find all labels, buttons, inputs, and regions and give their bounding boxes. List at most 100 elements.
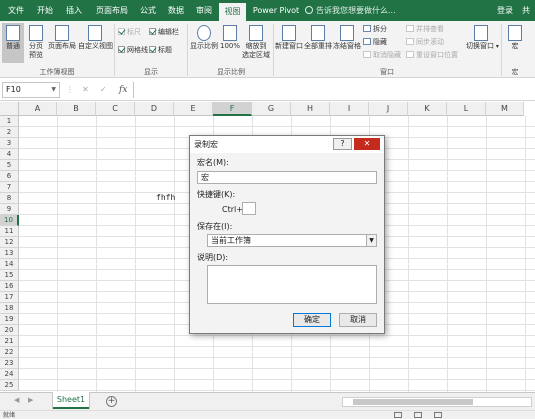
page-layout-view-button[interactable]: 页面布局 bbox=[48, 25, 76, 51]
scroll-sheets-left-icon[interactable]: ◀ bbox=[14, 396, 19, 404]
add-sheet-button[interactable]: + bbox=[106, 396, 117, 407]
column-header-h[interactable]: H bbox=[291, 102, 330, 116]
row-header-10[interactable]: 10 bbox=[0, 215, 19, 226]
description-textarea[interactable] bbox=[207, 265, 377, 304]
zoom-100-button[interactable]: 100% bbox=[220, 25, 240, 51]
normal-view-status-icon[interactable] bbox=[394, 412, 402, 418]
row-header-1[interactable]: 1 bbox=[0, 116, 19, 127]
headings-checkbox[interactable]: 标题 bbox=[149, 45, 172, 55]
row-header-6[interactable]: 6 bbox=[0, 171, 19, 182]
row-header-23[interactable]: 23 bbox=[0, 358, 19, 369]
hide-button[interactable]: 隐藏 bbox=[363, 37, 387, 47]
page-layout-status-icon[interactable] bbox=[414, 412, 422, 418]
macros-button[interactable]: 宏 bbox=[504, 25, 526, 51]
custom-views-button[interactable]: 自定义视图 bbox=[78, 25, 113, 51]
row-header-24[interactable]: 24 bbox=[0, 369, 19, 380]
tab-review[interactable]: 审阅 bbox=[192, 0, 216, 21]
row-header-25[interactable]: 25 bbox=[0, 380, 19, 391]
login-link[interactable]: 登录 bbox=[497, 0, 513, 21]
scroll-sheets-right-icon[interactable]: ▶ bbox=[28, 396, 33, 404]
arrange-all-button[interactable]: 全部重排 bbox=[304, 25, 332, 51]
formula-input[interactable] bbox=[133, 82, 533, 98]
scrollbar-thumb[interactable] bbox=[353, 399, 473, 405]
tab-page-layout[interactable]: 页面布局 bbox=[92, 0, 132, 21]
row-header-14[interactable]: 14 bbox=[0, 259, 19, 270]
cancel-entry-icon[interactable]: ✕ bbox=[82, 83, 89, 97]
column-header-g[interactable]: G bbox=[252, 102, 291, 116]
insert-function-icon[interactable]: fx bbox=[119, 83, 127, 97]
row-header-21[interactable]: 21 bbox=[0, 336, 19, 347]
normal-view-button[interactable]: 普通 bbox=[2, 23, 24, 63]
column-header-d[interactable]: D bbox=[135, 102, 174, 116]
chevron-down-icon[interactable]: ▼ bbox=[51, 83, 56, 97]
column-header-i[interactable]: I bbox=[330, 102, 369, 116]
row-header-11[interactable]: 11 bbox=[0, 226, 19, 237]
shortcut-key-input[interactable] bbox=[242, 202, 256, 215]
page-break-status-icon[interactable] bbox=[434, 412, 442, 418]
sync-scroll-button[interactable]: 同步滚动 bbox=[406, 37, 444, 47]
tell-me-search[interactable]: 告诉我您想要做什么... bbox=[305, 0, 396, 21]
zoom-to-selection-button[interactable]: 缩放到 选定区域 bbox=[242, 25, 270, 60]
ruler-checkbox[interactable]: 标尺 bbox=[118, 27, 141, 37]
horizontal-scrollbar[interactable] bbox=[342, 397, 532, 407]
column-header-c[interactable]: C bbox=[96, 102, 135, 116]
help-button[interactable]: ? bbox=[333, 138, 352, 150]
row-header-22[interactable]: 22 bbox=[0, 347, 19, 358]
zoom-button[interactable]: 显示比例 bbox=[190, 25, 218, 51]
column-header-b[interactable]: B bbox=[57, 102, 96, 116]
column-header-e[interactable]: E bbox=[174, 102, 213, 116]
new-window-button[interactable]: 新建窗口 bbox=[275, 25, 303, 51]
row-header-7[interactable]: 7 bbox=[0, 182, 19, 193]
row-header-3[interactable]: 3 bbox=[0, 138, 19, 149]
side-by-side-icon bbox=[406, 25, 414, 32]
row-header-4[interactable]: 4 bbox=[0, 149, 19, 160]
column-header-a[interactable]: A bbox=[19, 102, 57, 116]
formula-bar-checkbox[interactable]: 编辑栏 bbox=[149, 27, 179, 37]
freeze-panes-icon bbox=[340, 25, 354, 41]
row-header-8[interactable]: 8 bbox=[0, 193, 19, 204]
row-header-18[interactable]: 18 bbox=[0, 303, 19, 314]
sheet-tab-sheet1[interactable]: Sheet1 bbox=[53, 392, 89, 409]
confirm-entry-icon[interactable]: ✓ bbox=[100, 83, 107, 97]
chevron-down-icon[interactable]: ▼ bbox=[366, 235, 376, 246]
reset-window-position-button[interactable]: 重设窗口位置 bbox=[406, 50, 458, 60]
tab-view[interactable]: 视图 bbox=[219, 3, 246, 21]
row-header-12[interactable]: 12 bbox=[0, 237, 19, 248]
tab-data[interactable]: 数据 bbox=[164, 0, 188, 21]
row-header-13[interactable]: 13 bbox=[0, 248, 19, 259]
column-header-l[interactable]: L bbox=[447, 102, 486, 116]
tab-power-pivot[interactable]: Power Pivot bbox=[251, 0, 301, 21]
column-header-m[interactable]: M bbox=[486, 102, 524, 116]
split-button[interactable]: 拆分 bbox=[363, 24, 387, 34]
cell-d7-value[interactable]: fhfh bbox=[156, 193, 175, 202]
name-box[interactable]: F10 ▼ bbox=[2, 82, 60, 98]
tab-insert[interactable]: 插入 bbox=[62, 0, 86, 21]
macro-name-input[interactable]: 宏 bbox=[197, 171, 377, 184]
row-header-20[interactable]: 20 bbox=[0, 325, 19, 336]
tab-formulas[interactable]: 公式 bbox=[136, 0, 160, 21]
page-break-preview-button[interactable]: 分页 预览 bbox=[26, 25, 46, 60]
share-button[interactable]: 共 bbox=[522, 0, 530, 21]
column-header-j[interactable]: J bbox=[369, 102, 408, 116]
close-button[interactable]: ✕ bbox=[354, 138, 380, 150]
row-header-15[interactable]: 15 bbox=[0, 270, 19, 281]
row-header-19[interactable]: 19 bbox=[0, 314, 19, 325]
unhide-button[interactable]: 取消隐藏 bbox=[363, 50, 401, 60]
row-header-9[interactable]: 9 bbox=[0, 204, 19, 215]
tab-file[interactable]: 文件 bbox=[4, 0, 28, 21]
ok-button[interactable]: 确定 bbox=[293, 313, 331, 327]
select-all-corner[interactable] bbox=[0, 102, 19, 116]
row-header-16[interactable]: 16 bbox=[0, 281, 19, 292]
row-header-2[interactable]: 2 bbox=[0, 127, 19, 138]
side-by-side-button[interactable]: 并排查看 bbox=[406, 24, 444, 34]
column-header-f[interactable]: F bbox=[213, 102, 252, 116]
freeze-panes-button[interactable]: 冻结窗格 bbox=[333, 25, 361, 51]
gridlines-checkbox[interactable]: 网格线 bbox=[118, 45, 148, 55]
switch-windows-button[interactable]: 切换窗口 ▾ bbox=[466, 25, 499, 51]
cancel-button[interactable]: 取消 bbox=[339, 313, 377, 327]
column-header-k[interactable]: K bbox=[408, 102, 447, 116]
row-header-17[interactable]: 17 bbox=[0, 292, 19, 303]
row-header-5[interactable]: 5 bbox=[0, 160, 19, 171]
store-macro-in-select[interactable]: 当前工作簿 ▼ bbox=[207, 234, 377, 247]
tab-home[interactable]: 开始 bbox=[33, 0, 57, 21]
